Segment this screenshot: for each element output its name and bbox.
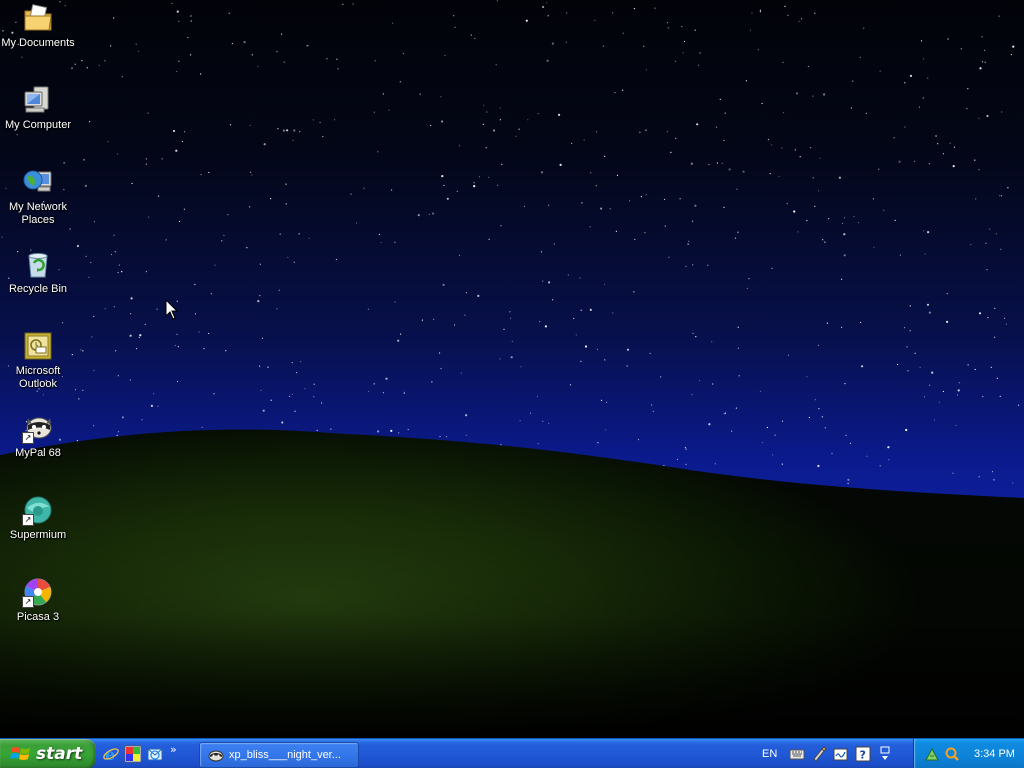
desktop-icon-label: My Computer <box>4 119 72 131</box>
my-computer-icon <box>22 84 54 116</box>
mypal-icon: ↗ <box>22 412 54 444</box>
network-status-icon[interactable] <box>924 746 940 762</box>
notification-area: 3:34 PM <box>913 739 1024 768</box>
desktop-icon-picasa-3[interactable]: ↗ Picasa 3 <box>0 576 76 624</box>
quick-launch-toolbar: e » <box>102 739 177 768</box>
desktop-icon-my-network-places[interactable]: My Network Places <box>0 166 76 227</box>
desktop-icon-recycle-bin[interactable]: Recycle Bin <box>0 248 76 296</box>
taskbar: start e » xp_bliss___night_ver... EN ? 3… <box>0 738 1024 768</box>
windows-flag-icon <box>10 747 30 760</box>
outlook-express-icon[interactable] <box>146 745 164 763</box>
handwriting-icon[interactable] <box>833 746 849 762</box>
shortcut-arrow-icon: ↗ <box>22 514 34 526</box>
svg-text:?: ? <box>860 749 866 762</box>
internet-explorer-icon[interactable]: e <box>102 745 120 763</box>
language-bar-options-icon[interactable] <box>877 746 893 762</box>
desktop[interactable]: My Documents My Computer My Network Plac <box>0 0 1024 738</box>
language-bar: EN ? <box>762 739 893 768</box>
my-documents-icon <box>22 2 54 34</box>
keyboard-icon[interactable] <box>789 746 805 762</box>
desktop-icon-my-computer[interactable]: My Computer <box>0 84 76 132</box>
hill-landscape <box>0 429 1024 738</box>
desktop-icon-label: Supermium <box>9 529 67 541</box>
desktop-icon-supermium[interactable]: ↗ Supermium <box>0 494 76 542</box>
desktop-icon-mypal-68[interactable]: ↗ MyPal 68 <box>0 412 76 460</box>
start-button[interactable]: start <box>0 739 96 768</box>
pen-input-icon[interactable] <box>811 746 827 762</box>
desktop-icon-label: Microsoft Outlook <box>15 365 61 390</box>
recycle-bin-icon <box>22 248 54 280</box>
picasa-icon: ↗ <box>22 576 54 608</box>
start-label: start <box>36 744 83 764</box>
quick-launch-more-button[interactable]: » <box>170 743 177 756</box>
image-viewer-icon <box>208 750 224 762</box>
taskbar-button-label: xp_bliss___night_ver... <box>229 749 341 761</box>
desktop-icon-label: My Network Places <box>8 201 68 226</box>
help-icon[interactable]: ? <box>855 746 871 762</box>
clock[interactable]: 3:34 PM <box>974 748 1015 760</box>
desktop-icon-microsoft-outlook[interactable]: Microsoft Outlook <box>0 330 76 391</box>
taskbar-button-image[interactable]: xp_bliss___night_ver... <box>199 742 359 768</box>
desktop-icon-label: MyPal 68 <box>15 447 61 459</box>
network-places-icon <box>22 166 54 198</box>
shortcut-arrow-icon: ↗ <box>22 596 34 608</box>
desktop-icon-label: Picasa 3 <box>16 611 60 623</box>
search-icon[interactable] <box>944 746 960 762</box>
shortcut-arrow-icon: ↗ <box>22 432 34 444</box>
language-indicator[interactable]: EN <box>762 748 777 760</box>
mouse-cursor-icon <box>165 299 179 320</box>
supermium-icon: ↗ <box>22 494 54 526</box>
paint-icon[interactable] <box>124 745 142 763</box>
svg-text:e: e <box>105 745 115 763</box>
desktop-icon-my-documents[interactable]: My Documents <box>0 2 76 50</box>
desktop-icon-label: My Documents <box>1 37 75 49</box>
outlook-icon <box>22 330 54 362</box>
desktop-icon-label: Recycle Bin <box>8 283 68 295</box>
